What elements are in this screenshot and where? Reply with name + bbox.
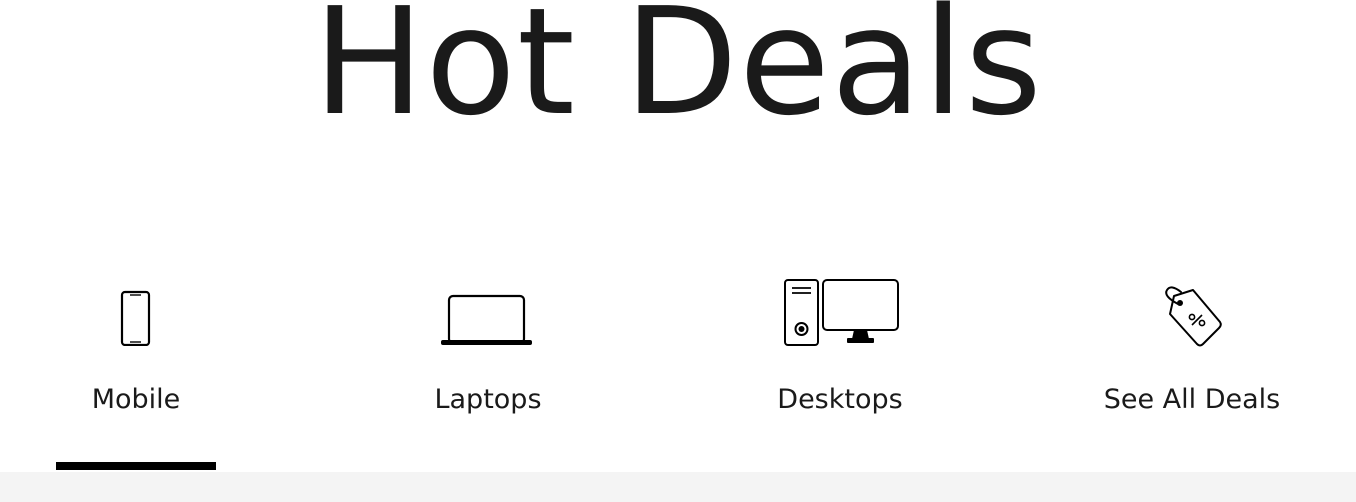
tab-label: See All Deals [1103, 384, 1281, 415]
laptop-icon [338, 278, 638, 348]
mobile-phone-icon [0, 278, 286, 348]
tab-see-all-deals[interactable]: See All Deals [1042, 272, 1342, 472]
tab-label: Mobile [91, 384, 181, 415]
tab-laptops[interactable]: Laptops [338, 272, 638, 472]
tab-label: Laptops [434, 384, 542, 415]
deal-category-tabs: Mobile Laptops Desktops See All Deals [0, 272, 1356, 472]
hot-deals-section: Hot Deals Mobile Laptops Desktops See Al… [0, 0, 1356, 502]
tab-desktops[interactable]: Desktops [690, 272, 990, 472]
tab-mobile[interactable]: Mobile [0, 272, 286, 472]
tab-label: Desktops [777, 384, 903, 415]
price-tag-icon [1042, 278, 1342, 348]
content-panel-top [0, 472, 1356, 502]
desktop-computer-icon [690, 278, 990, 348]
active-tab-indicator [56, 462, 216, 470]
section-title: Hot Deals [313, 0, 1043, 148]
